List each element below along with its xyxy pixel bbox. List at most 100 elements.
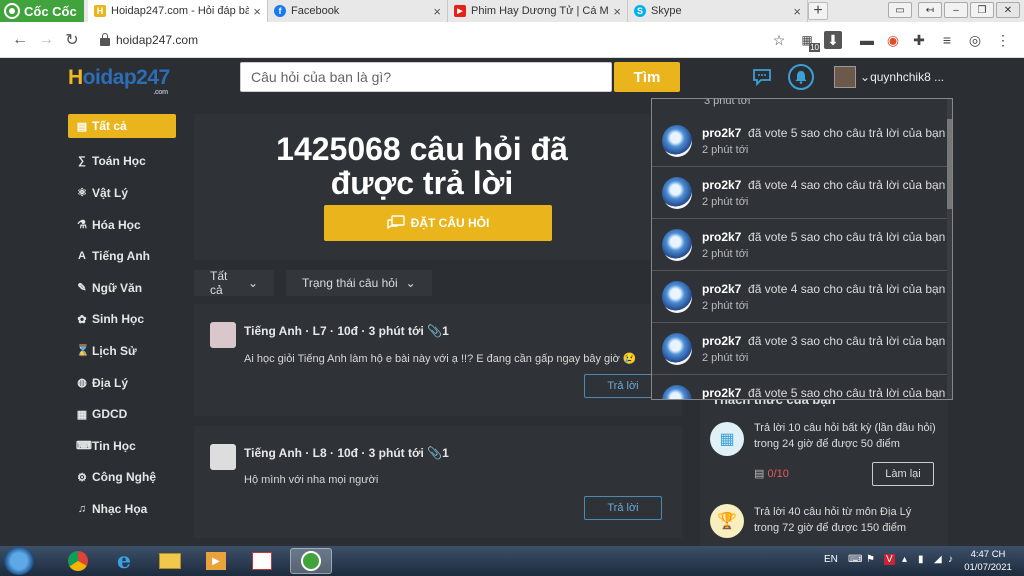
puzzle-extensions-icon[interactable]: ✚: [910, 31, 928, 49]
back-arrow-icon[interactable]: ←: [10, 30, 30, 50]
internet-explorer-icon: e: [117, 548, 131, 574]
question-card[interactable]: Tiếng Anh · L8 · 10đ · 3 phút tới 📎1 Hộ …: [194, 426, 682, 538]
notification-scrollbar[interactable]: [947, 99, 952, 399]
sidebar-item-label: GDCD: [92, 407, 128, 422]
input-language-indicator[interactable]: EN: [824, 554, 838, 565]
chat-icon[interactable]: [752, 68, 772, 86]
download-icon[interactable]: ⬇: [824, 31, 842, 49]
sidebar-item-physics[interactable]: ⚛ Vật Lý: [68, 177, 176, 209]
antivirus-icon[interactable]: V: [884, 554, 895, 565]
question-text[interactable]: Hộ mình với nha mọi người: [244, 474, 378, 486]
sidebar-item-literature[interactable]: ✎ Ngữ Văn: [68, 272, 176, 304]
filter-all-dropdown[interactable]: Tất cả ⌄: [194, 269, 274, 297]
forward-arrow-icon[interactable]: →: [36, 30, 56, 50]
system-clock[interactable]: 4:47 CH 01/07/2021: [960, 548, 1016, 574]
flag-icon[interactable]: ⚑: [866, 554, 875, 565]
notification-scroll-thumb[interactable]: [947, 119, 952, 209]
ie-taskbar-icon[interactable]: e: [106, 548, 142, 574]
hoidap-favicon-icon: H: [94, 5, 106, 17]
tab-youtube[interactable]: ▶ Phim Hay Dương Tử | Cá Mự ×: [448, 0, 628, 22]
browser-brand-label: Cốc Cốc: [24, 3, 77, 19]
back-window-icon[interactable]: ↤: [918, 2, 942, 18]
filter-status-dropdown[interactable]: Trạng thái câu hỏi ⌄: [286, 270, 432, 296]
notification-time: 2 phút tới: [702, 352, 749, 364]
profile-icon[interactable]: ◎: [966, 31, 984, 49]
asker-avatar[interactable]: [210, 444, 236, 470]
close-tab-icon[interactable]: ×: [433, 4, 441, 19]
notification-item[interactable]: pro2k7 đã vote 5 sao cho câu trả lời của…: [652, 219, 948, 271]
snipping-taskbar-icon[interactable]: [244, 548, 280, 574]
tab-hoidap[interactable]: H Hoidap247.com - Hỏi đáp bà ×: [88, 0, 268, 22]
reply-button[interactable]: Trả lời: [584, 496, 662, 520]
sidebar-item-all[interactable]: ▤ Tất cả: [68, 114, 176, 138]
notification-item[interactable]: pro2k7 đã vote 5 sao cho câu trả lời của…: [652, 115, 948, 167]
notifier-avatar: [662, 177, 692, 209]
question-search-input[interactable]: Câu hỏi của bạn là gì?: [240, 62, 612, 92]
sidebar-item-informatics[interactable]: ⌨ Tin Học: [68, 430, 176, 462]
new-tab-button[interactable]: +: [808, 2, 828, 20]
network-icon[interactable]: ▮: [918, 554, 924, 565]
explorer-taskbar-icon[interactable]: [152, 548, 188, 574]
notification-time: 2 phút tới: [702, 248, 749, 260]
sidebar-item-english[interactable]: A Tiếng Anh: [68, 240, 176, 272]
media-control-icon[interactable]: ≡: [938, 31, 956, 49]
keyboard-icon[interactable]: ⌨: [848, 554, 862, 565]
volume-icon[interactable]: ♪: [948, 554, 953, 565]
sidebar-item-label: Hóa Học: [92, 217, 141, 232]
question-card[interactable]: Tiếng Anh · L7 · 10đ · 3 phút tới 📎1 Ai …: [194, 304, 682, 416]
minimize-window-icon[interactable]: –: [944, 2, 968, 18]
sidebar-item-civics[interactable]: ▦ GDCD: [68, 398, 176, 430]
extension-counter-icon[interactable]: ▦ 10: [798, 31, 820, 52]
notification-bell-button[interactable]: [788, 64, 814, 90]
retry-challenge-button[interactable]: Làm lại: [872, 462, 934, 486]
media-player-taskbar-icon[interactable]: ▶: [198, 548, 234, 574]
chrome-extension-icon[interactable]: ◉: [884, 31, 902, 49]
user-name-menu[interactable]: ⌄quynhchik8 ...: [860, 70, 944, 84]
ask-question-button[interactable]: ĐẶT CÂU HỎI: [324, 205, 552, 241]
close-window-icon[interactable]: ✕: [996, 2, 1020, 18]
notification-clipped-time: 3 phút tới: [704, 98, 751, 107]
notification-item[interactable]: pro2k7 đã vote 5 sao cho câu trả lời của…: [652, 375, 948, 399]
restore-window-icon[interactable]: ❐: [970, 2, 994, 18]
asker-avatar[interactable]: [210, 322, 236, 348]
challenge-1-text: Trả lời 10 câu hỏi bất kỳ (lần đầu hỏi) …: [754, 420, 936, 452]
tab-skype[interactable]: S Skype ×: [628, 0, 808, 22]
sidebar-item-math[interactable]: ∑ Toán Học: [68, 146, 176, 178]
sidebar-item-biology[interactable]: ✿ Sinh Học: [68, 304, 176, 336]
notifier-avatar: [662, 281, 692, 313]
browser-menu-icon[interactable]: ⋮: [994, 31, 1012, 49]
windows-taskbar: e ▶ EN ⌨ ⚑ V ▴ ▮ ◢ ♪ 4:47 CH 01/07/2021: [0, 546, 1024, 576]
sidebar-item-geography[interactable]: ◍ Địa Lý: [68, 367, 176, 399]
close-tab-icon[interactable]: ×: [793, 4, 801, 19]
close-tab-icon[interactable]: ×: [613, 4, 621, 19]
tab-search-icon[interactable]: ▭: [888, 2, 912, 18]
chrome-taskbar-icon[interactable]: [60, 548, 96, 574]
windows-start-button[interactable]: [4, 547, 34, 575]
question-text[interactable]: Ai học giỏi Tiếng Anh làm hộ e bài này v…: [244, 352, 637, 365]
close-tab-icon[interactable]: ×: [253, 4, 261, 19]
site-logo[interactable]: Hoidap247 .com: [68, 66, 170, 96]
tray-expand-icon[interactable]: ▴: [902, 554, 907, 565]
sidebar-item-history[interactable]: ⌛ Lịch Sử: [68, 335, 176, 367]
sidebar-item-chemistry[interactable]: ⚗ Hóa Học: [68, 209, 176, 241]
signal-icon[interactable]: ◢: [934, 554, 942, 565]
sidebar-item-technology[interactable]: ⚙ Công Nghệ: [68, 462, 176, 494]
notification-action: đã vote 4 sao cho câu trả lời của bạn: [748, 282, 946, 296]
reload-icon[interactable]: ↻: [62, 30, 82, 50]
search-button[interactable]: Tìm: [614, 62, 680, 92]
notification-item[interactable]: pro2k7 đã vote 3 sao cho câu trả lời của…: [652, 323, 948, 375]
document-icon: ▤: [754, 468, 768, 480]
notification-user: pro2k7: [702, 282, 742, 296]
snipping-tool-icon: [252, 552, 272, 570]
coccoc-taskbar-icon[interactable]: [290, 548, 332, 574]
ask-question-icon: [386, 215, 405, 230]
user-avatar[interactable]: [834, 66, 856, 88]
flag-extension-icon[interactable]: ▬: [858, 31, 876, 49]
url-field[interactable]: hoidap247.com: [100, 30, 198, 50]
sidebar-item-music-art[interactable]: ♫ Nhạc Họa: [68, 493, 176, 525]
notification-item[interactable]: pro2k7 đã vote 4 sao cho câu trả lời của…: [652, 271, 948, 323]
coccoc-menu-button[interactable]: Cốc Cốc: [0, 0, 84, 22]
tab-facebook[interactable]: f Facebook ×: [268, 0, 448, 22]
bookmark-star-icon[interactable]: ☆: [770, 31, 788, 49]
notification-item[interactable]: pro2k7 đã vote 4 sao cho câu trả lời của…: [652, 167, 948, 219]
